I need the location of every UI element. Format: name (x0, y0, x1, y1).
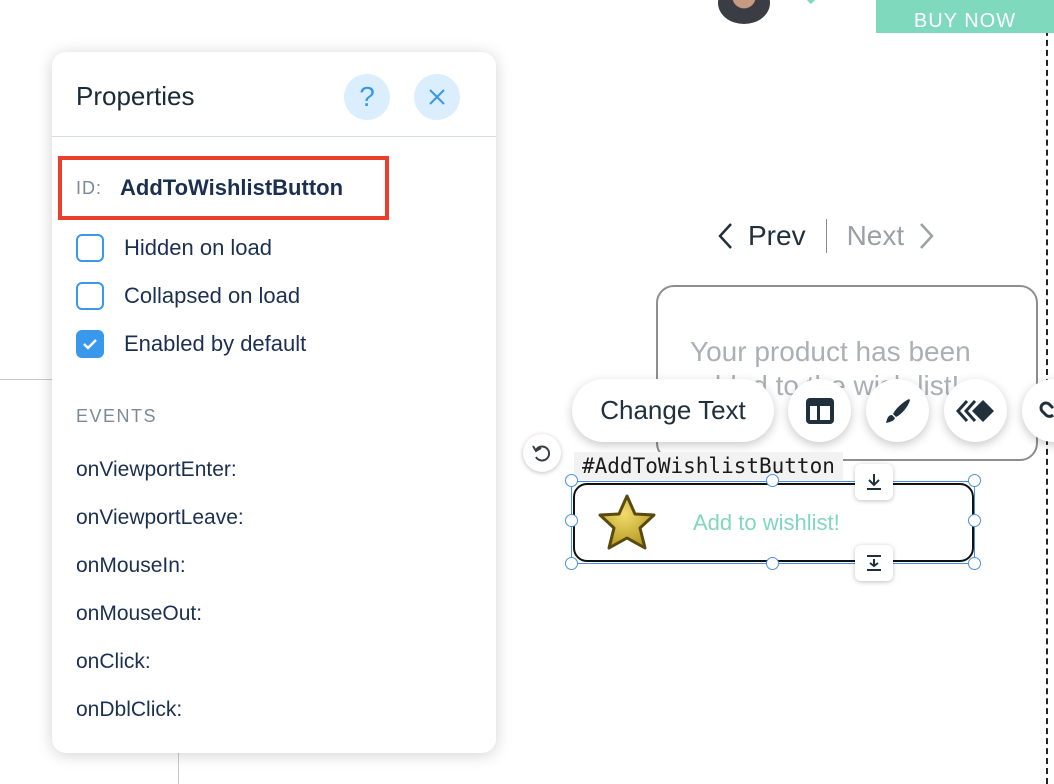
resize-handle[interactable] (766, 474, 779, 487)
download-icon (867, 474, 881, 490)
resize-handle[interactable] (565, 514, 578, 527)
stretch-button[interactable] (855, 545, 893, 581)
event-on-click[interactable]: onClick: (76, 650, 151, 674)
chevron-left-icon (718, 223, 732, 249)
hidden-on-load-option[interactable]: Hidden on load (76, 234, 272, 262)
collapsed-on-load-label: Collapsed on load (124, 283, 301, 308)
add-to-wishlist-button[interactable]: Add to wishlist! (573, 483, 974, 562)
element-id-field[interactable]: ID: AddToWishlistButton (58, 156, 389, 220)
add-to-wishlist-label: Add to wishlist! (693, 509, 840, 535)
id-value[interactable]: AddToWishlistButton (120, 175, 343, 201)
animation-icon (955, 399, 994, 422)
resize-handle[interactable] (766, 557, 779, 570)
properties-panel: Properties ? ID: AddToWishlistButton Hid… (52, 52, 496, 753)
collapsed-on-load-option[interactable]: Collapsed on load (76, 282, 300, 310)
buy-now-label: BUY NOW (913, 10, 1017, 32)
hidden-on-load-checkbox[interactable] (76, 234, 104, 262)
resize-handle[interactable] (968, 514, 981, 527)
collapsed-on-load-checkbox[interactable] (76, 282, 104, 310)
design-button[interactable] (866, 379, 929, 442)
enabled-by-default-checkbox[interactable] (76, 330, 104, 358)
change-text-label: Change Text (600, 395, 746, 425)
checkmark-icon (83, 339, 97, 350)
help-button[interactable]: ? (344, 74, 390, 120)
event-on-dbl-click[interactable]: onDblClick: (76, 698, 182, 722)
next-link[interactable]: Next (847, 220, 937, 252)
event-on-viewport-enter[interactable]: onViewportEnter: (76, 458, 237, 482)
download-button[interactable] (855, 464, 893, 500)
resize-handle[interactable] (968, 557, 981, 570)
layout-button[interactable] (788, 379, 851, 442)
star-icon (598, 494, 656, 549)
panel-title: Properties (76, 81, 195, 111)
element-id-tag: #AddToWishlistButton (574, 452, 843, 480)
enabled-by-default-option[interactable]: Enabled by default (76, 330, 306, 358)
help-icon: ? (359, 81, 375, 112)
undo-icon (532, 445, 550, 462)
close-icon (429, 89, 445, 105)
avatar[interactable] (718, 0, 770, 24)
resize-handle[interactable] (565, 557, 578, 570)
design-brush-icon (885, 398, 910, 423)
pager-divider (825, 219, 827, 253)
undo-button[interactable] (523, 434, 561, 472)
canvas-guide-line (178, 752, 179, 784)
animation-button[interactable] (944, 379, 1007, 442)
layout-icon (805, 397, 834, 424)
id-label: ID: (76, 177, 103, 198)
events-section-title: EVENTS (76, 406, 158, 426)
next-label: Next (846, 220, 905, 251)
resize-handle[interactable] (968, 474, 981, 487)
event-on-viewport-leave[interactable]: onViewportLeave: (76, 506, 244, 530)
close-button[interactable] (414, 74, 460, 120)
buy-now-button[interactable]: BUY NOW (876, 0, 1054, 33)
prev-label: Prev (748, 220, 806, 251)
pager: Prev Next (716, 216, 936, 256)
checkmark-icon (806, 0, 816, 5)
prev-link[interactable]: Prev (716, 220, 806, 252)
canvas-guide-line (0, 379, 52, 380)
link-icon (1039, 401, 1054, 418)
event-on-mouse-in[interactable]: onMouseIn: (76, 554, 186, 578)
chevron-right-icon (920, 223, 934, 249)
panel-header: Properties ? (52, 52, 496, 137)
stretch-icon (867, 555, 881, 571)
resize-handle[interactable] (565, 474, 578, 487)
change-text-button[interactable]: Change Text (572, 379, 774, 442)
event-on-mouse-out[interactable]: onMouseOut: (76, 602, 202, 626)
hidden-on-load-label: Hidden on load (124, 235, 273, 260)
enabled-by-default-label: Enabled by default (124, 331, 307, 356)
